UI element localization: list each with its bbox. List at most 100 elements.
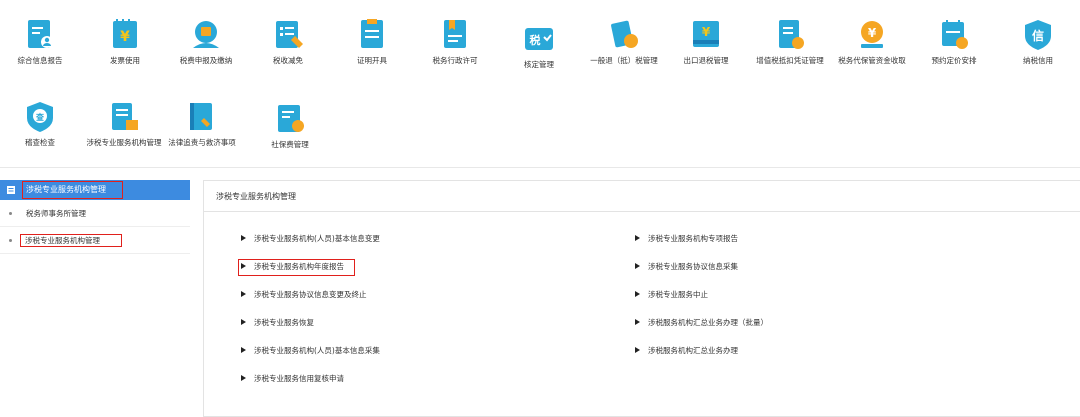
legal-book-icon (190, 103, 212, 130)
icon-credit[interactable]: 信 纳税信用 (998, 18, 1078, 66)
sidebar-header-label: 涉税专业服务机构管理 (22, 181, 123, 199)
link-basic-info-collect[interactable]: 涉税专业服务机构(人员)基本信息采集 (241, 344, 380, 358)
icon-refund[interactable]: 一般退（抵）税管理 (584, 18, 664, 66)
link-label: 涉税服务机构汇总业务办理 (648, 346, 738, 355)
icon-social-security[interactable]: 社保费管理 (250, 102, 330, 150)
icon-report[interactable]: 综合信息报告 (0, 18, 80, 66)
link-label: 涉税专业服务中止 (648, 290, 708, 299)
svg-text:¥: ¥ (702, 25, 711, 39)
icon-label: 增值税抵扣凭证管理 (756, 56, 824, 65)
link-label: 涉税专业服务机构(人员)基本信息变更 (254, 234, 380, 243)
social-security-icon (278, 105, 304, 132)
icon-pricing[interactable]: 预约定价安排 (914, 18, 994, 66)
credit-badge-icon: 信 (1025, 20, 1051, 50)
link-label: 涉税专业服务协议信息变更及终止 (254, 290, 367, 299)
triangle-bullet-icon (635, 263, 640, 269)
triangle-bullet-icon (635, 235, 640, 241)
icon-agency[interactable]: 涉税专业服务机构管理 (84, 100, 164, 148)
verify-tax-icon: 税 (525, 28, 553, 50)
custody-fund-icon: ¥ (861, 21, 883, 48)
export-refund-icon: ¥ (693, 21, 719, 47)
icon-declare[interactable]: 税费申报及缴纳 (166, 18, 246, 66)
svg-text:查: 查 (36, 112, 45, 122)
bullet-dot (9, 239, 12, 242)
triangle-bullet-icon (241, 375, 246, 381)
sidebar-item-label: 涉税专业服务机构管理 (20, 234, 122, 247)
svg-text:税: 税 (530, 33, 541, 47)
report-person-icon (28, 20, 53, 48)
vat-voucher-icon (779, 20, 804, 49)
link-special-report[interactable]: 涉税专业服务机构专项报告 (635, 232, 738, 246)
icon-legal[interactable]: 法律追责与救济事项 (162, 100, 242, 148)
triangle-bullet-icon (241, 291, 246, 297)
link-service-resume[interactable]: 涉税专业服务恢复 (241, 316, 314, 330)
refund-icon (611, 20, 638, 48)
sidebar-item-agency-management[interactable]: 涉税专业服务机构管理 (0, 227, 190, 254)
certificate-icon (361, 19, 383, 48)
link-agreement-change-termination[interactable]: 涉税专业服务协议信息变更及终止 (241, 288, 367, 302)
admin-license-icon (444, 20, 466, 48)
triangle-bullet-icon (241, 235, 246, 241)
main-panel: 涉税专业服务机构管理 涉税专业服务机构(人员)基本信息变更 涉税专业服务机构年度… (203, 180, 1080, 417)
link-summary[interactable]: 涉税服务机构汇总业务办理 (635, 344, 738, 358)
pricing-calendar-icon (942, 20, 968, 49)
inspection-shield-icon: 查 (27, 102, 53, 132)
triangle-bullet-icon (241, 319, 246, 325)
icon-label: 出口退税管理 (683, 56, 729, 65)
icon-label: 法律追责与救济事项 (168, 138, 236, 147)
icon-label: 稽查检查 (25, 138, 55, 147)
tax-relief-icon (276, 21, 303, 48)
icon-verify[interactable]: 税 核定管理 (499, 22, 579, 70)
triangle-bullet-icon (241, 263, 246, 269)
link-label: 涉税专业服务协议信息采集 (648, 262, 738, 271)
link-label: 涉税专业服务机构专项报告 (648, 234, 738, 243)
icon-invoice[interactable]: ¥ 发票使用 (85, 18, 165, 66)
link-label: 涉税专业服务恢复 (254, 318, 314, 327)
icon-label: 一般退（抵）税管理 (590, 56, 658, 65)
sidebar-header[interactable]: 涉税专业服务机构管理 (0, 180, 190, 200)
triangle-bullet-icon (635, 291, 640, 297)
icon-label: 综合信息报告 (17, 56, 63, 65)
link-label: 涉税专业服务机构年度报告 (254, 262, 344, 271)
tax-declare-icon (193, 21, 219, 48)
triangle-bullet-icon (635, 347, 640, 353)
link-batch-summary[interactable]: 涉税服务机构汇总业务办理（批量） (635, 316, 768, 330)
link-credit-review[interactable]: 涉税专业服务信用复核申请 (241, 372, 344, 386)
svg-text:¥: ¥ (868, 26, 877, 40)
icon-certificate[interactable]: 证明开具 (332, 18, 412, 66)
svg-text:¥: ¥ (120, 29, 130, 45)
agency-building-icon (112, 103, 138, 130)
icon-custody-fund[interactable]: ¥ 税务代保管资金收取 (832, 18, 912, 66)
icon-label: 纳税信用 (1023, 56, 1053, 65)
sidebar-item-label: 税务师事务所管理 (26, 209, 86, 218)
bullet-dot (9, 212, 12, 215)
invoice-yuan-icon: ¥ (113, 19, 137, 48)
triangle-bullet-icon (635, 319, 640, 325)
icon-inspection[interactable]: 查 稽查检查 (0, 100, 80, 148)
icon-label: 发票使用 (110, 56, 140, 65)
link-annual-report[interactable]: 涉税专业服务机构年度报告 (238, 259, 355, 276)
icon-label: 社保费管理 (271, 140, 309, 149)
icon-license[interactable]: 税务行政许可 (415, 18, 495, 66)
icon-label: 预约定价安排 (931, 56, 977, 65)
page-title: 涉税专业服务机构管理 (204, 181, 1080, 212)
icon-vat-voucher[interactable]: 增值税抵扣凭证管理 (750, 18, 830, 66)
icon-export-refund[interactable]: ¥ 出口退税管理 (666, 18, 746, 66)
icon-label: 税费申报及缴纳 (179, 56, 233, 65)
link-label: 涉税专业服务信用复核申请 (254, 374, 344, 383)
icon-relief[interactable]: 税收减免 (248, 18, 328, 66)
link-label: 涉税服务机构汇总业务办理（批量） (648, 318, 768, 327)
icon-label: 税收减免 (273, 56, 303, 65)
icon-label: 税务行政许可 (432, 56, 478, 65)
sidebar-item-tax-agent-firm[interactable]: 税务师事务所管理 (0, 200, 190, 227)
icon-label: 证明开具 (357, 56, 387, 65)
sidebar: 涉税专业服务机构管理 税务师事务所管理 涉税专业服务机构管理 (0, 180, 190, 417)
link-agreement-collect[interactable]: 涉税专业服务协议信息采集 (635, 260, 738, 274)
link-service-suspend[interactable]: 涉税专业服务中止 (635, 288, 708, 302)
svg-text:信: 信 (1032, 28, 1044, 43)
icon-label: 税务代保管资金收取 (838, 56, 906, 65)
triangle-bullet-icon (241, 347, 246, 353)
icon-label: 核定管理 (524, 60, 554, 69)
menu-doc-icon (7, 186, 15, 194)
link-basic-info-change[interactable]: 涉税专业服务机构(人员)基本信息变更 (241, 232, 380, 246)
